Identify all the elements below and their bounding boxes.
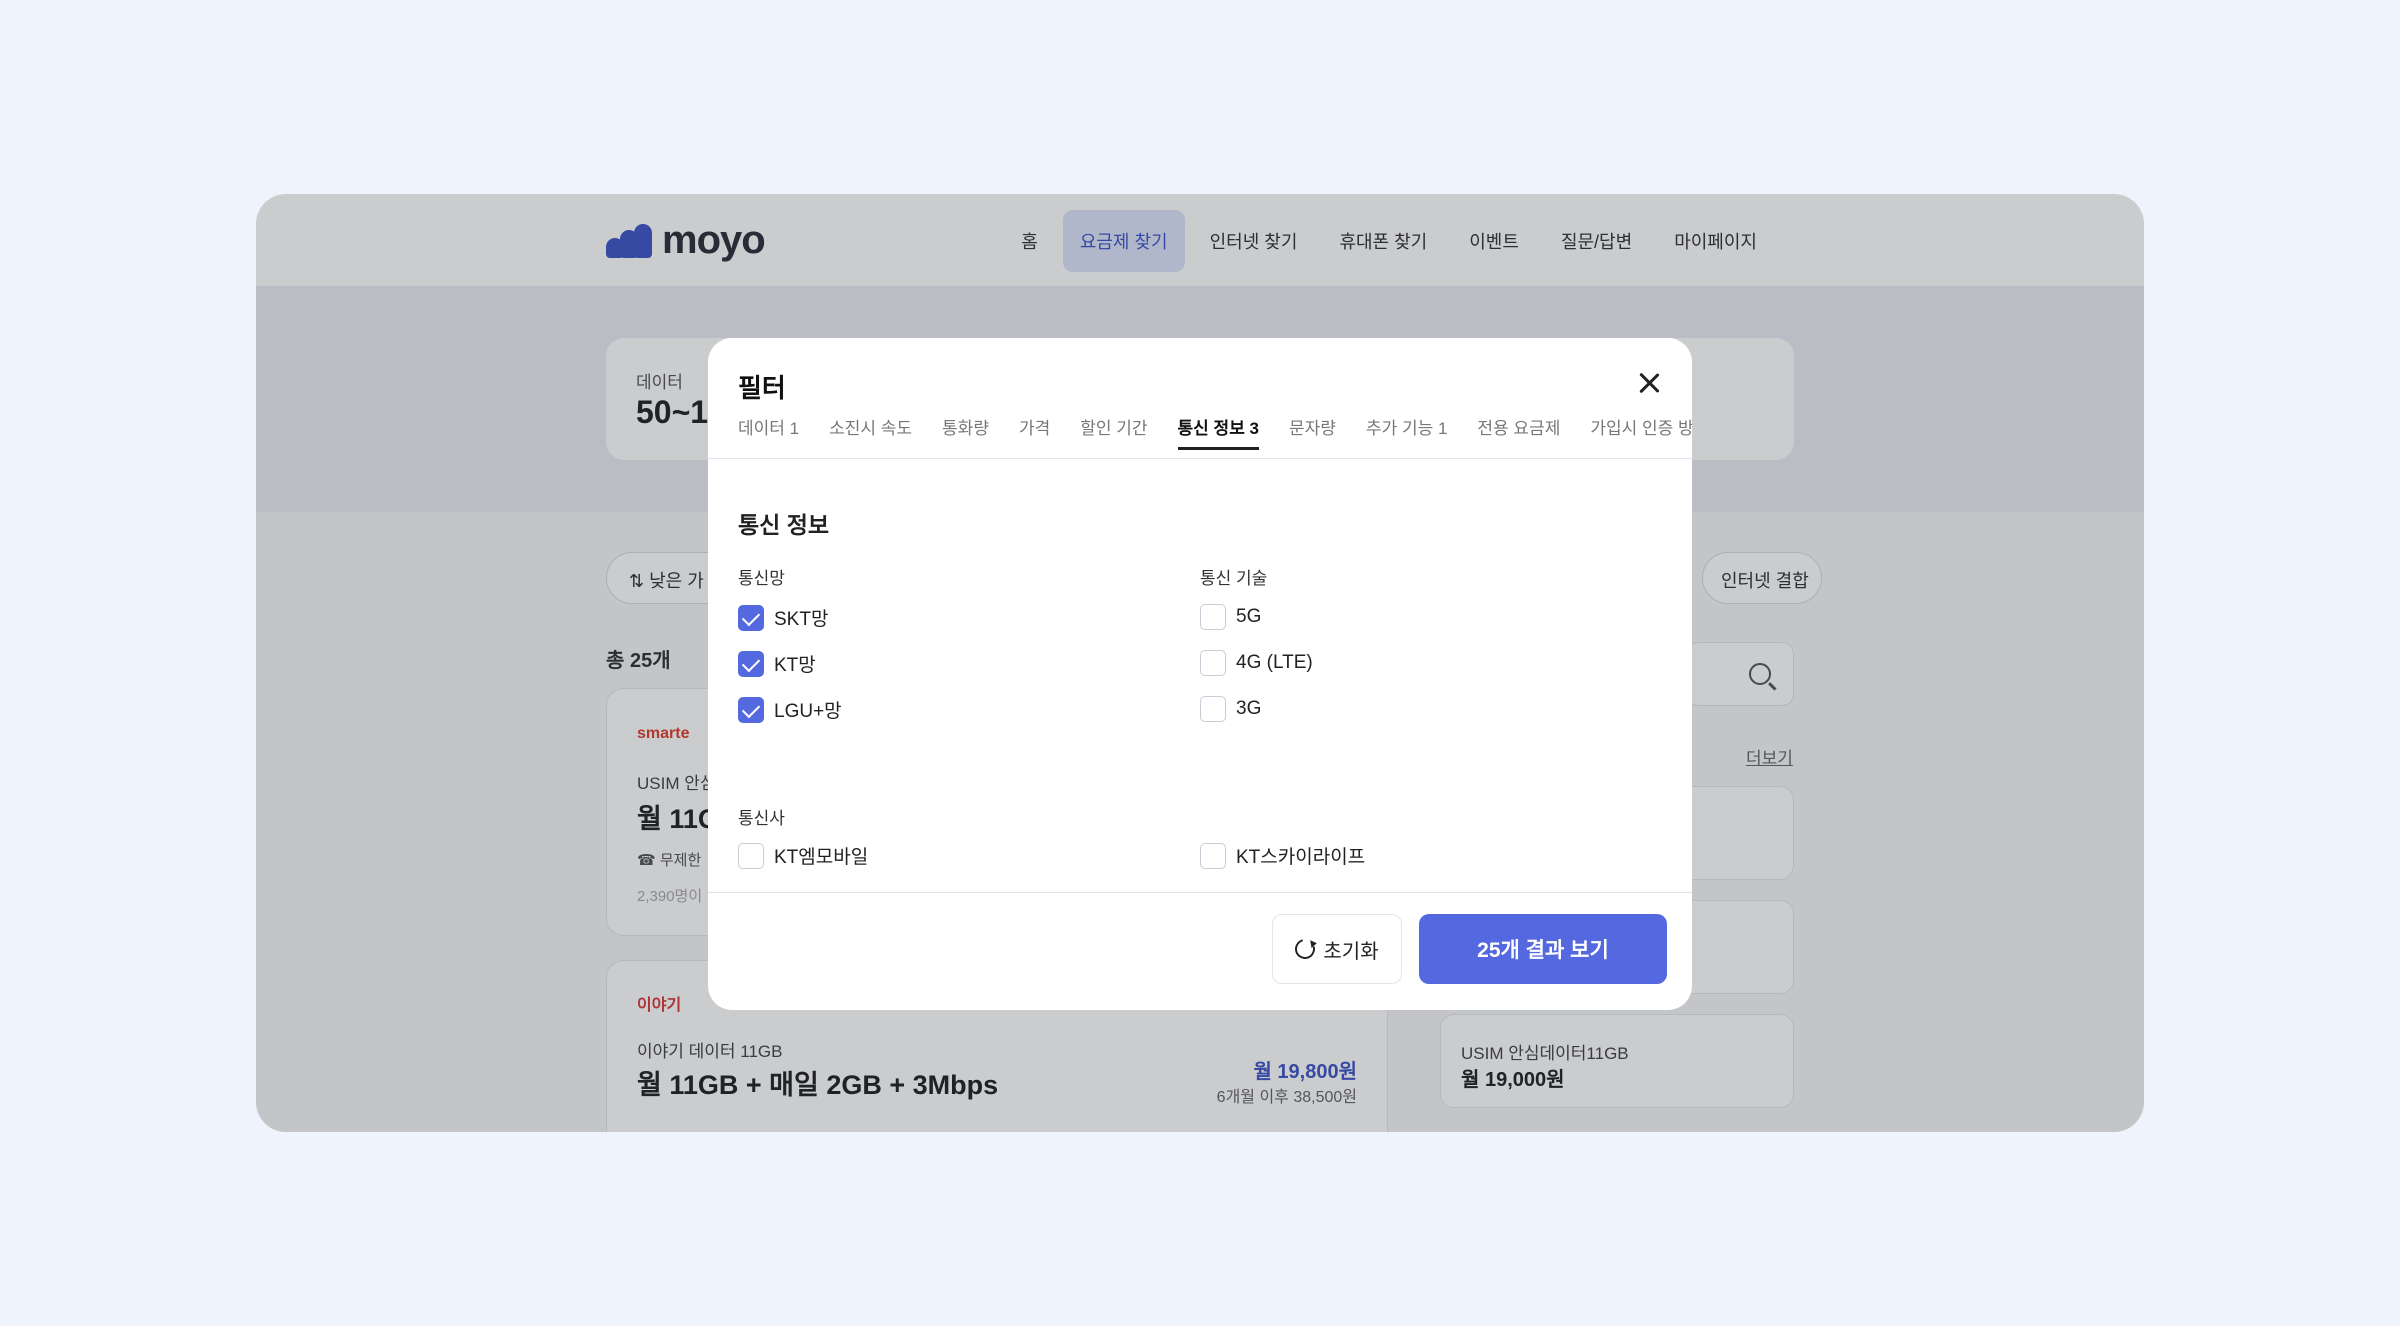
show-results-button[interactable]: 25개 결과 보기 [1419,914,1667,984]
option-label: SKT망 [774,609,829,630]
tabs-divider [708,458,1692,459]
tab-call[interactable]: 통화량 [942,414,989,450]
option-skt[interactable]: SKT망 [738,604,828,631]
checkbox[interactable] [738,650,764,677]
reset-label: 초기화 [1323,940,1379,963]
footer-divider [708,892,1692,893]
tab-discount-period[interactable]: 할인 기간 [1080,414,1147,450]
section-title: 통신 정보 [738,512,830,538]
checkbox[interactable] [1200,842,1226,869]
tab-extra-features[interactable]: 추가 기능 1 [1366,414,1447,450]
checkbox[interactable] [1200,650,1226,676]
option-label: KT스카이라이프 [1236,847,1366,868]
option-kt-skylife[interactable]: KT스카이라이프 [1200,842,1365,869]
tab-network-info[interactable]: 통신 정보 3 [1177,414,1260,450]
option-label: 4G (LTE) [1236,652,1313,673]
option-label: KT망 [774,655,816,676]
option-kt[interactable]: KT망 [738,650,816,677]
refresh-icon [1291,935,1320,963]
option-5g[interactable]: 5G [1200,604,1261,630]
option-label: 5G [1236,606,1262,627]
modal-title: 필터 [738,373,786,403]
option-3g[interactable]: 3G [1200,696,1261,722]
option-label: KT엠모바일 [774,847,869,868]
checkbox[interactable] [738,696,764,723]
tab-exhausted-speed[interactable]: 소진시 속도 [829,414,912,450]
checkbox[interactable] [738,842,764,869]
checkbox[interactable] [1200,604,1226,630]
tab-sms[interactable]: 문자량 [1289,414,1336,450]
checkbox[interactable] [1200,696,1226,722]
tab-auth-method[interactable]: 가입시 인증 방법 [1590,414,1692,450]
filter-tabs: 데이터 1 소진시 속도 통화량 가격 할인 기간 통신 정보 3 문자량 추가… [738,414,1692,450]
filter-modal: 필터 데이터 1 소진시 속도 통화량 가격 할인 기간 통신 정보 3 문자량… [708,338,1692,1010]
option-label: 3G [1236,698,1262,719]
option-kt-mmobile[interactable]: KT엠모바일 [738,842,868,869]
option-label: LGU+망 [774,701,842,722]
technology-group-label: 통신 기술 [1200,569,1268,588]
reset-button[interactable]: 초기화 [1272,914,1402,984]
tab-exclusive-plan[interactable]: 전용 요금제 [1477,414,1560,450]
tab-data[interactable]: 데이터 1 [738,414,799,450]
checkbox[interactable] [738,604,764,631]
carrier-group-label: 통신사 [738,809,785,828]
option-4g[interactable]: 4G (LTE) [1200,650,1313,676]
close-icon[interactable] [1636,370,1662,396]
network-group-label: 통신망 [738,569,785,588]
option-lgu[interactable]: LGU+망 [738,696,842,723]
tab-price[interactable]: 가격 [1019,414,1050,450]
